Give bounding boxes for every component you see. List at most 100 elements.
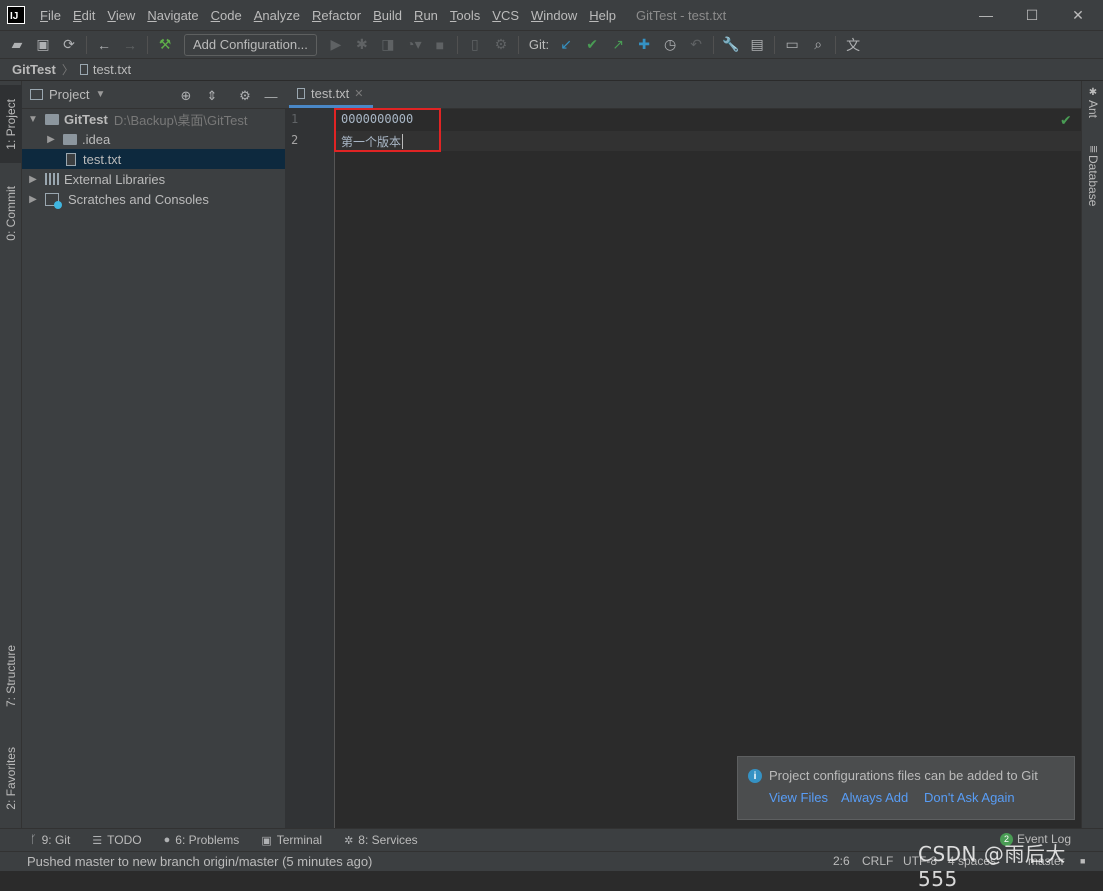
menu-window[interactable]: Window <box>525 8 583 23</box>
open-folder-icon[interactable]: ▰ <box>4 33 30 57</box>
tool-todo[interactable]: ☰ TODO <box>92 833 141 847</box>
locate-target-icon[interactable]: ⊕ <box>177 87 195 105</box>
tree-item-file[interactable]: test.txt <box>22 149 285 169</box>
chevron-down-icon[interactable]: ▼ <box>95 89 105 100</box>
coverage-icon[interactable]: ◨ <box>375 33 401 57</box>
dont-ask-again-link[interactable]: Don't Ask Again <box>924 790 1015 805</box>
tool-terminal[interactable]: ▣ Terminal <box>261 833 322 847</box>
caret-position[interactable]: 2:6 <box>833 854 850 868</box>
chevron-right-icon[interactable]: ▶ <box>28 174 38 185</box>
tool-git[interactable]: ᚴ 9: Git <box>30 833 70 847</box>
tab-project-label: 1: Project <box>4 98 18 150</box>
maximize-button[interactable]: ☐ <box>1009 0 1055 30</box>
menu-file[interactable]: File <box>34 8 67 23</box>
tool-terminal-label: Terminal <box>276 833 323 847</box>
editor-tab-bar: test.txt ✕ <box>285 81 1081 109</box>
debug-attach-icon[interactable]: ⚙ <box>488 33 514 57</box>
tree-root-path: D:\Backup\桌面\GitTest <box>113 112 248 128</box>
back-arrow-icon[interactable]: ← <box>91 33 117 57</box>
git-push-icon[interactable]: ↗ <box>605 33 631 57</box>
git-fetch-icon[interactable]: ✚ <box>631 33 657 57</box>
tool-problems[interactable]: ● 6: Problems <box>164 833 240 847</box>
breadcrumb: GitTest 〉 test.txt <box>0 58 1103 81</box>
tab-favorites[interactable]: 2: Favorites <box>0 735 22 821</box>
red-annotation-box <box>334 108 441 152</box>
menu-refactor[interactable]: Refactor <box>306 8 367 23</box>
toolbar-divider <box>86 35 87 54</box>
breadcrumb-project[interactable]: GitTest <box>12 62 56 77</box>
tree-item-external-libraries[interactable]: ▶ External Libraries <box>22 169 285 189</box>
left-tool-stripe: 1: Project 0: Commit 7: Structure 2: Fav… <box>0 81 22 828</box>
close-window-button[interactable]: ✕ <box>1055 0 1101 30</box>
tab-project[interactable]: 1: Project <box>0 85 22 163</box>
menu-bar: IJ File Edit View Navigate Code Analyze … <box>0 0 1103 30</box>
tree-file-label: test.txt <box>83 151 122 167</box>
project-view-selector[interactable]: Project <box>49 87 89 102</box>
tree-item-idea[interactable]: ▶ .idea <box>22 129 285 149</box>
chevron-right-icon[interactable]: ▶ <box>46 134 56 145</box>
terminal-window-icon[interactable]: ▭ <box>779 33 805 57</box>
terminal-icon: ▣ <box>261 834 272 847</box>
status-message[interactable]: Pushed master to new branch origin/maste… <box>27 854 372 869</box>
chevron-right-icon[interactable]: ▶ <box>28 194 38 205</box>
tab-commit[interactable]: 0: Commit <box>0 173 22 253</box>
collapse-all-icon[interactable]: ⇕ <box>203 87 221 105</box>
tab-ant[interactable]: ✱ Ant <box>1082 87 1103 118</box>
tree-item-scratches[interactable]: ▶ Scratches and Consoles <box>22 189 285 209</box>
tree-idea-label: .idea <box>82 131 111 147</box>
project-structure-icon[interactable]: ▤ <box>744 33 770 57</box>
menu-help[interactable]: Help <box>583 8 622 23</box>
menu-analyze[interactable]: Analyze <box>248 8 306 23</box>
translate-icon[interactable]: 文 <box>840 33 866 57</box>
minimize-button[interactable]: — <box>963 0 1009 30</box>
menu-view[interactable]: View <box>101 8 141 23</box>
gear-icon[interactable]: ⚙ <box>236 87 254 105</box>
git-commit-icon[interactable]: ✔ <box>579 33 605 57</box>
checkmark-icon[interactable]: ✔ <box>1060 112 1072 129</box>
build-hammer-icon[interactable]: ⚒ <box>152 33 178 57</box>
menu-tools[interactable]: Tools <box>444 8 486 23</box>
settings-wrench-icon[interactable]: 🔧 <box>718 33 744 57</box>
attach-icon[interactable]: ▯ <box>462 33 488 57</box>
sync-icon[interactable]: ⟳ <box>56 33 82 57</box>
text-file-icon <box>66 152 76 166</box>
watermark: CSDN @雨后大555 <box>918 842 1066 891</box>
editor-tab-test-txt[interactable]: test.txt ✕ <box>289 81 373 108</box>
menu-navigate[interactable]: Navigate <box>141 8 204 23</box>
menu-edit[interactable]: Edit <box>67 8 101 23</box>
tab-database[interactable]: ≣ Database <box>1082 145 1103 207</box>
menu-code[interactable]: Code <box>205 8 248 23</box>
stop-icon[interactable]: ■ <box>427 33 453 57</box>
git-rollback-icon[interactable]: ↶ <box>683 33 709 57</box>
profile-icon[interactable]: ◔▾ <box>401 33 427 57</box>
run-icon[interactable]: ▶ <box>323 33 349 57</box>
git-update-icon[interactable]: ↙ <box>553 33 579 57</box>
add-configuration-button[interactable]: Add Configuration... <box>184 33 317 56</box>
menu-build[interactable]: Build <box>367 8 408 23</box>
view-files-link[interactable]: View Files <box>769 790 828 805</box>
line-number: 2 <box>291 133 299 147</box>
menu-vcs[interactable]: VCS <box>486 8 525 23</box>
debug-icon[interactable]: ✱ <box>349 33 375 57</box>
search-icon[interactable]: ⌕ <box>805 33 831 57</box>
git-history-icon[interactable]: ◷ <box>657 33 683 57</box>
save-all-icon[interactable]: ▣ <box>30 33 56 57</box>
chevron-down-icon[interactable]: ▼ <box>28 114 38 125</box>
close-tab-icon[interactable]: ✕ <box>354 87 363 100</box>
branch-icon: ᚴ <box>30 834 37 846</box>
tab-structure[interactable]: 7: Structure <box>0 633 22 719</box>
code-editor[interactable]: 0000000000 第一个版本 <box>336 109 1081 828</box>
tree-root-label: GitTest <box>64 111 108 127</box>
menu-run[interactable]: Run <box>408 8 444 23</box>
tool-problems-label: 6: Problems <box>175 833 240 847</box>
line-separator[interactable]: CRLF <box>862 854 893 868</box>
breadcrumb-file[interactable]: test.txt <box>93 62 131 77</box>
git-notification: i Project configurations files can be ad… <box>737 756 1075 820</box>
tree-item-root[interactable]: ▼ GitTest D:\Backup\桌面\GitTest <box>22 109 285 129</box>
hide-panel-icon[interactable]: — <box>262 87 280 105</box>
tool-services[interactable]: ✲ 8: Services <box>344 833 418 847</box>
forward-arrow-icon[interactable]: → <box>117 33 143 57</box>
tab-favorites-label: 2: Favorites <box>4 746 18 810</box>
always-add-link[interactable]: Always Add <box>841 790 908 805</box>
right-tool-stripe: ✱ Ant ≣ Database <box>1081 81 1103 828</box>
